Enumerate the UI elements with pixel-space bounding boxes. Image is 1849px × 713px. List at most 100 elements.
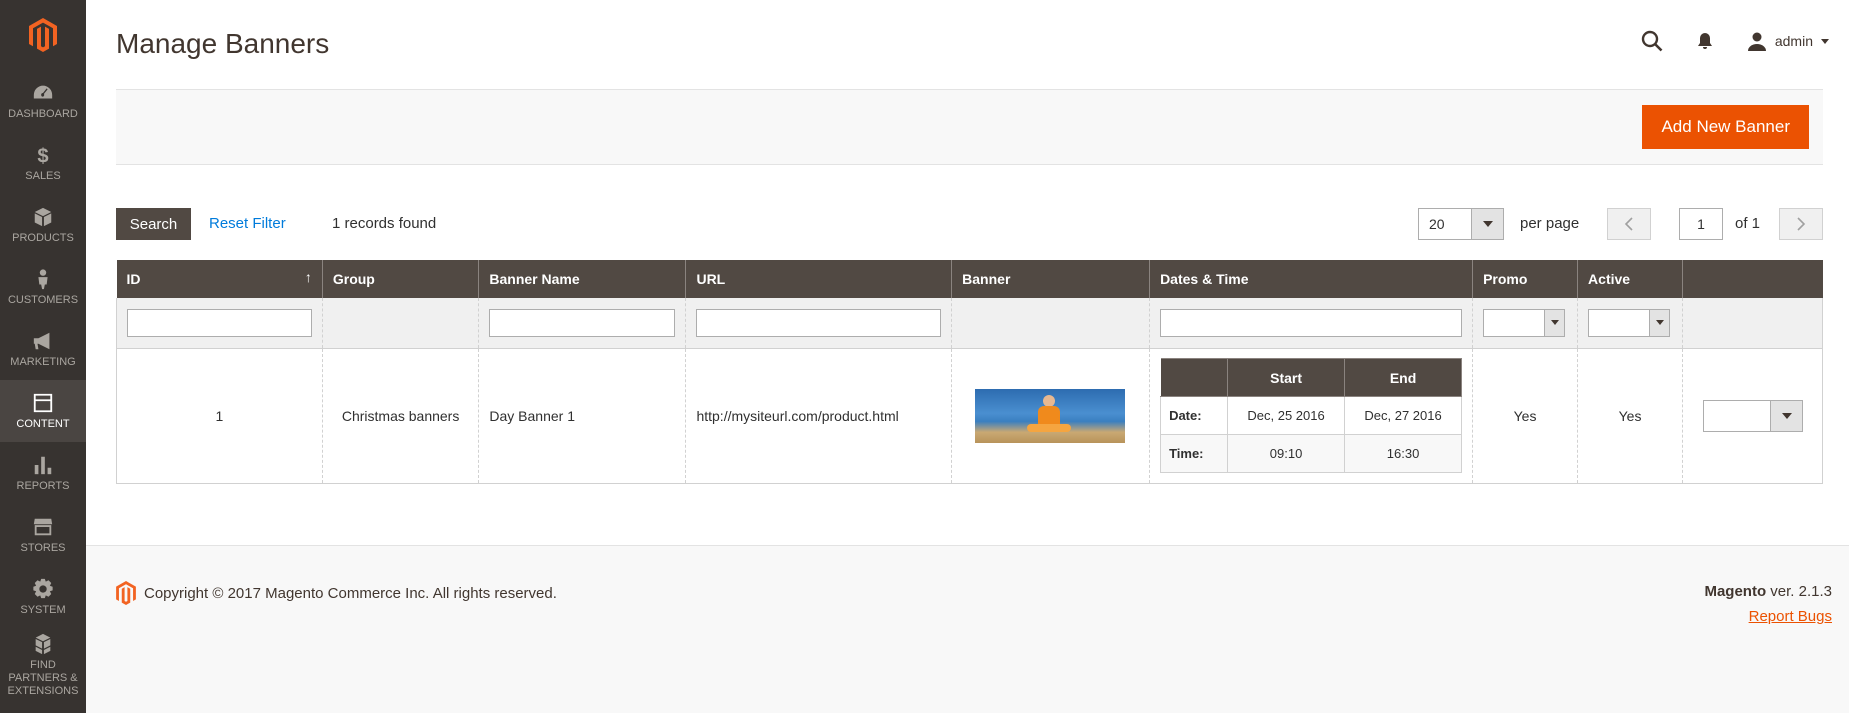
sidebar-item-label: PRODUCTS (12, 231, 74, 244)
sidebar-item-customers[interactable]: CUSTOMERS (0, 256, 86, 318)
page-total: of 1 (1735, 215, 1761, 232)
admin-username: admin (1774, 33, 1813, 49)
banner-thumbnail (975, 388, 1126, 443)
search-icon[interactable] (1641, 30, 1663, 52)
bell-icon[interactable] (1697, 32, 1713, 50)
dollar-icon: $ (37, 145, 48, 166)
sidebar-item-find-partners[interactable]: FIND PARTNERS & EXTENSIONS (0, 628, 86, 702)
row-action-select[interactable] (1703, 399, 1804, 432)
cell-group: Christmas banners (321, 348, 479, 484)
sidebar-item-label: CONTENT (16, 417, 70, 430)
cell-url: http://mysiteurl.com/product.html (685, 348, 952, 484)
sort-ascending-icon: ↑ (304, 269, 312, 285)
banner-name-filter-input[interactable] (489, 308, 676, 337)
admin-sidebar: DASHBOARD $ SALES PRODUCTS CUSTOMERS MAR… (0, 0, 86, 713)
cell-promo: Yes (1472, 348, 1578, 484)
sidebar-item-label: FIND PARTNERS & EXTENSIONS (7, 658, 79, 697)
search-button[interactable]: Search (116, 208, 191, 240)
sidebar-item-stores[interactable]: STORES (0, 504, 86, 566)
svg-text:$: $ (37, 145, 48, 166)
version-text: ver. 2.1.3 (1766, 583, 1832, 600)
column-header-action (1682, 260, 1823, 298)
user-icon (1747, 32, 1766, 51)
page-title: Manage Banners (116, 28, 330, 59)
sidebar-item-sales[interactable]: $ SALES (0, 132, 86, 194)
sidebar-item-marketing[interactable]: MARKETING (0, 318, 86, 380)
add-new-banner-button[interactable]: Add New Banner (1642, 105, 1809, 149)
version-info: Magento ver. 2.1.3 (1704, 583, 1832, 600)
report-bugs-link[interactable]: Report Bugs (1749, 608, 1832, 625)
column-header-dates-time[interactable]: Dates & Time (1149, 260, 1473, 298)
store-icon (33, 518, 53, 535)
sidebar-item-label: MARKETING (10, 355, 76, 368)
dates-filter-input[interactable] (1160, 308, 1463, 337)
cell-id: 1 (116, 348, 323, 484)
header-actions: admin (1641, 28, 1829, 54)
copyright-text: Copyright © 2017 Magento Commerce Inc. A… (144, 584, 557, 602)
per-page-select[interactable]: 20 (1418, 208, 1504, 240)
column-header-group[interactable]: Group (321, 260, 479, 298)
sidebar-item-label: STORES (20, 541, 66, 554)
sidebar-item-system[interactable]: SYSTEM (0, 566, 86, 628)
next-page-button[interactable] (1779, 208, 1823, 240)
banners-grid: ID ↑ Group Banner Name URL Banner Dates &… (116, 260, 1823, 484)
chevron-left-icon (1624, 217, 1633, 231)
sidebar-item-label: SYSTEM (20, 603, 66, 616)
magento-logo[interactable] (0, 0, 86, 70)
active-filter-select[interactable] (1588, 308, 1671, 337)
column-header-url[interactable]: URL (685, 260, 952, 298)
previous-page-button[interactable] (1607, 208, 1651, 240)
main-content: Manage Banners admin Add New Banner Sear… (86, 0, 1849, 545)
page-actions-bar: Add New Banner (116, 89, 1823, 165)
person-icon (38, 268, 48, 289)
column-header-id[interactable]: ID ↑ (116, 260, 323, 298)
per-page-label: per page (1520, 215, 1580, 232)
cell-banner-name: Day Banner 1 (478, 348, 686, 484)
box-icon (34, 207, 52, 226)
sidebar-item-dashboard[interactable]: DASHBOARD (0, 70, 86, 132)
sidebar-item-reports[interactable]: REPORTS (0, 442, 86, 504)
cell-dates-time: Start End Date: Dec, 25 2016 Dec, 27 201… (1149, 348, 1473, 484)
reset-filter-link[interactable]: Reset Filter (209, 215, 286, 232)
dates-table: Start End Date: Dec, 25 2016 Dec, 27 201… (1160, 358, 1463, 473)
records-count: 1 records found (332, 215, 437, 232)
column-header-promo[interactable]: Promo (1472, 260, 1578, 298)
gear-icon (33, 578, 53, 598)
id-filter-input[interactable] (127, 308, 312, 337)
end-header: End (1344, 358, 1463, 397)
promo-filter-select[interactable] (1483, 308, 1566, 337)
chevron-down-icon[interactable] (1649, 309, 1670, 336)
copyright: Copyright © 2017 Magento Commerce Inc. A… (116, 581, 557, 605)
sidebar-item-content[interactable]: CONTENT (0, 380, 86, 442)
cell-action (1682, 348, 1823, 484)
column-header-banner-name[interactable]: Banner Name (478, 260, 686, 298)
chevron-down-icon[interactable] (1544, 309, 1565, 336)
page-number-input[interactable]: 1 (1679, 208, 1723, 240)
magento-logo-icon (29, 18, 57, 52)
dashboard-icon (33, 85, 53, 98)
date-label: Date: (1160, 396, 1229, 435)
chevron-down-icon[interactable] (1471, 209, 1503, 239)
admin-user-menu[interactable]: admin (1747, 31, 1829, 51)
url-filter-input[interactable] (696, 308, 942, 337)
end-time: 16:30 (1344, 434, 1463, 473)
magento-logo-icon (116, 581, 136, 605)
cell-active: Yes (1577, 348, 1683, 484)
column-header-banner[interactable]: Banner (951, 260, 1150, 298)
sidebar-item-products[interactable]: PRODUCTS (0, 194, 86, 256)
chevron-right-icon (1797, 217, 1806, 231)
table-row[interactable]: 1 Christmas banners Day Banner 1 http://… (116, 348, 1823, 484)
chevron-down-icon[interactable] (1770, 400, 1803, 431)
start-header: Start (1227, 358, 1346, 397)
cell-banner (951, 348, 1150, 484)
column-header-active[interactable]: Active (1577, 260, 1683, 298)
start-date: Dec, 25 2016 (1227, 396, 1346, 435)
sidebar-item-label: CUSTOMERS (7, 293, 79, 306)
start-time: 09:10 (1227, 434, 1346, 473)
sidebar-item-label: DASHBOARD (8, 107, 78, 120)
bar-chart-icon (34, 456, 52, 474)
sidebar-item-label: SALES (25, 169, 61, 182)
end-date: Dec, 27 2016 (1344, 396, 1463, 435)
per-page-value: 20 (1429, 216, 1445, 232)
chevron-down-icon (1821, 38, 1829, 44)
